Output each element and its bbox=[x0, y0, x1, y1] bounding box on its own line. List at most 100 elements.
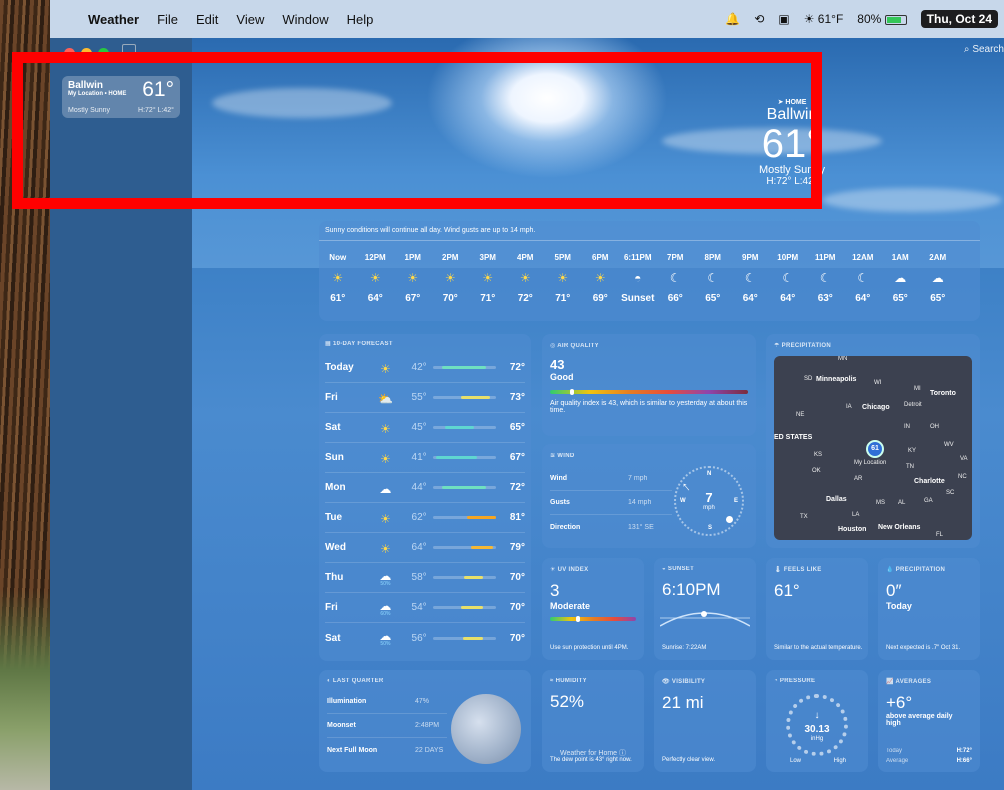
raindrop-icon: 💧 bbox=[886, 567, 894, 573]
day-row[interactable]: Fri ☁ 60% 54° 70° bbox=[325, 593, 525, 623]
sunset-icon: ◒ bbox=[662, 566, 666, 572]
menubar-date[interactable]: Thu, Oct 24 bbox=[920, 10, 998, 28]
my-location-pin[interactable]: 61 bbox=[866, 440, 884, 458]
day-high: 70° bbox=[509, 602, 525, 613]
humidity-value: 52% bbox=[550, 692, 585, 711]
uv-index-panel[interactable]: ☀ UV INDEX 3 Moderate Use sun protection… bbox=[542, 558, 644, 660]
hour-temp: 64° bbox=[367, 293, 383, 304]
humidity-header: ≈ HUMIDITY bbox=[550, 678, 587, 684]
moon-icon: ☾ bbox=[782, 271, 794, 285]
sunset-panel[interactable]: ◒ SUNSET 6:10PM Sunrise: 7:22AM bbox=[654, 558, 756, 660]
search-button[interactable]: ⌕ Search bbox=[964, 44, 1004, 55]
hour-column: 1PM ☀ 67° bbox=[394, 253, 432, 304]
full-moon-row: Next Full Moon 22 DAYS bbox=[327, 746, 444, 754]
visibility-value: 21 mi bbox=[662, 693, 704, 712]
hour-time: 3PM bbox=[479, 253, 496, 262]
precipitation-map[interactable]: SD Minneapolis Toronto Chicago Detroit E… bbox=[774, 356, 972, 540]
day-name: Fri bbox=[325, 392, 338, 403]
air-quality-panel[interactable]: ◎ AIR QUALITY 43 Good Air quality index … bbox=[542, 334, 756, 436]
day-row[interactable]: Fri ⛅ 55° 73° bbox=[325, 383, 525, 413]
cloud-moon-icon: ☁ bbox=[894, 271, 907, 285]
menu-file[interactable]: File bbox=[157, 12, 178, 27]
sun-icon: ☀ bbox=[380, 361, 391, 376]
illumination-row: Illumination 47% bbox=[327, 690, 447, 714]
hourly-row[interactable]: Now ☀ 61° 12PM ☀ 64° 1PM ☀ 67° 2PM ☀ 70° 3PM ☀ 71° 4PM ☀… bbox=[319, 253, 980, 304]
location-card-ballwin[interactable]: Ballwin My Location • HOME 61° Mostly Su… bbox=[62, 76, 180, 118]
hour-column: 12AM ☾ 64° bbox=[844, 253, 882, 304]
day-row[interactable]: Tue ☀ 62° 81° bbox=[325, 503, 525, 533]
menu-edit[interactable]: Edit bbox=[196, 12, 218, 27]
close-button[interactable] bbox=[64, 48, 75, 59]
sun-icon: ☀ bbox=[557, 271, 569, 285]
day-row[interactable]: Today ☀ 42° 72° bbox=[325, 353, 525, 383]
minimize-button[interactable] bbox=[81, 48, 92, 59]
hour-column: 10PM ☾ 64° bbox=[769, 253, 807, 304]
calendar-icon: ▦ bbox=[325, 341, 331, 347]
moon-panel[interactable]: ◐ LAST QUARTER Illumination 47% Moonset 2:… bbox=[319, 670, 531, 772]
hour-time: 6:11PM bbox=[623, 253, 652, 262]
location-arrow-icon: ➤ bbox=[777, 99, 784, 106]
zoom-button[interactable] bbox=[98, 48, 109, 59]
humidity-icon: ≈ bbox=[550, 678, 554, 684]
notification-icon[interactable]: 🔔 bbox=[725, 12, 740, 26]
menubar-weather[interactable]: ☀ 61°F bbox=[804, 12, 844, 26]
hour-temp: 63° bbox=[817, 293, 833, 304]
visibility-panel[interactable]: 👁 VISIBILITY 21 mi Perfectly clear view. bbox=[654, 670, 756, 772]
hour-time: 2AM bbox=[929, 253, 947, 262]
moon-image bbox=[451, 694, 521, 764]
day-row[interactable]: Mon ☁ 44° 72° bbox=[325, 473, 525, 503]
menu-app-name[interactable]: Weather bbox=[88, 12, 139, 27]
day-high: 70° bbox=[509, 572, 525, 583]
hour-temp: 65° bbox=[930, 293, 946, 304]
day-name: Sun bbox=[325, 452, 344, 463]
location-condition: Mostly Sunny bbox=[68, 107, 111, 114]
day-row[interactable]: Thu ☁ 50% 58° 70° bbox=[325, 563, 525, 593]
moon-header: ◐ LAST QUARTER bbox=[327, 678, 384, 684]
sun-icon: ☀ bbox=[594, 271, 606, 285]
day-row[interactable]: Wed ☀ 64° 79° bbox=[325, 533, 525, 563]
precipitation-map-panel[interactable]: ☂ PRECIPITATION SD Minneapolis Toronto C… bbox=[766, 334, 980, 548]
app-status-icon[interactable]: ▣ bbox=[778, 12, 789, 26]
menu-window[interactable]: Window bbox=[282, 12, 328, 27]
temp-range-fill bbox=[461, 606, 484, 609]
footer-text[interactable]: Weather for Home ⓘ bbox=[560, 748, 626, 758]
averages-panel[interactable]: 📈 AVERAGES +6° above average daily high … bbox=[878, 670, 980, 772]
hour-column: 9PM ☾ 64° bbox=[732, 253, 770, 304]
hour-column: Now ☀ 61° bbox=[319, 253, 357, 304]
pressure-high: High bbox=[833, 758, 846, 764]
temp-range-bar bbox=[432, 486, 496, 489]
sun-icon: ☀ bbox=[369, 271, 381, 285]
averages-today: Today H:72° bbox=[886, 748, 972, 754]
precip-footnote: Next expected is .7″ Oct 31. bbox=[886, 645, 961, 651]
home-label: ➤ HOME bbox=[777, 99, 807, 106]
hour-column: 2PM ☀ 70° bbox=[432, 253, 470, 304]
menu-help[interactable]: Help bbox=[347, 12, 374, 27]
feels-header: 🌡 FEELS LIKE bbox=[774, 567, 822, 573]
wind-compass: N E S W 7 mph ↑ bbox=[674, 466, 744, 536]
sun-icon: ☀ bbox=[380, 511, 391, 526]
wind-panel[interactable]: ≋ WIND Wind 7 mph Gusts 14 mph Direction 13… bbox=[542, 444, 756, 548]
temp-range-bar bbox=[432, 546, 496, 549]
uv-marker bbox=[575, 616, 580, 622]
uv-header: ☀ UV INDEX bbox=[550, 567, 589, 573]
battery-status[interactable]: 80% bbox=[857, 12, 907, 26]
day-row[interactable]: Sun ☀ 41° 67° bbox=[325, 443, 525, 473]
wind-header: ≋ WIND bbox=[550, 453, 575, 459]
feels-value: 61° bbox=[774, 581, 800, 600]
pressure-header: ◔ PRESSURE bbox=[774, 678, 816, 684]
sidebar-toggle-icon[interactable] bbox=[122, 44, 136, 56]
precipitation-panel[interactable]: 💧 PRECIPITATION 0″ Today Next expected i… bbox=[878, 558, 980, 660]
time-machine-icon[interactable]: ⟲ bbox=[754, 12, 764, 26]
temp-range-bar bbox=[432, 576, 496, 579]
pressure-panel[interactable]: ◔ PRESSURE ↓ 30.13 inHg Low High bbox=[766, 670, 868, 772]
day-low: 55° bbox=[411, 392, 427, 403]
day-row[interactable]: Sat ☁ 50% 56° 70° bbox=[325, 623, 525, 653]
menu-view[interactable]: View bbox=[236, 12, 264, 27]
sun-icon: ☀ bbox=[482, 271, 494, 285]
temp-range-bar bbox=[432, 516, 496, 519]
day-row[interactable]: Sat ☀ 45° 65° bbox=[325, 413, 525, 443]
day-low: 42° bbox=[411, 362, 427, 373]
moon-icon: ☾ bbox=[669, 271, 681, 285]
hour-column: 7PM ☾ 66° bbox=[657, 253, 695, 304]
feels-like-panel[interactable]: 🌡 FEELS LIKE 61° Similar to the actual t… bbox=[766, 558, 868, 660]
